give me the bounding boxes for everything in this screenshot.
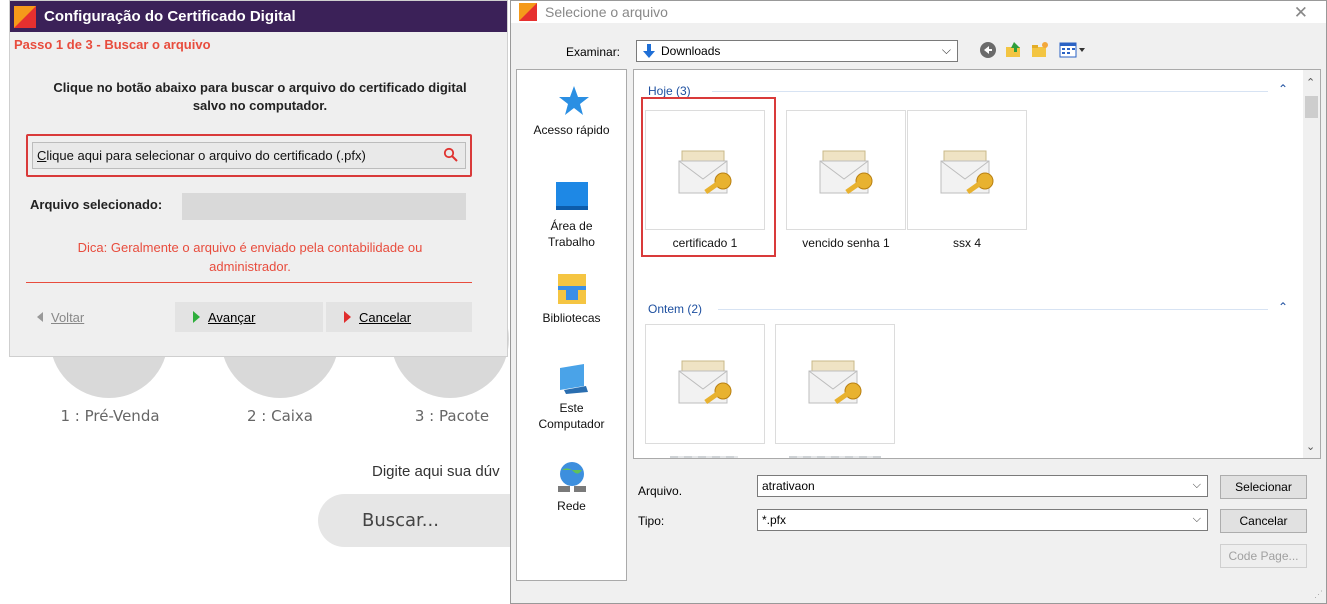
file-tile[interactable]	[645, 324, 765, 444]
scroll-down-icon[interactable]: ⌄	[1306, 440, 1315, 453]
chevron-down-icon[interactable]: ⌵	[1193, 513, 1201, 526]
group-header-today[interactable]: Hoje (3)	[648, 84, 691, 98]
filename-input[interactable]: atrativaon ⌵	[757, 475, 1208, 497]
instruction-text: Clique no botão abaixo para buscar o arq…	[53, 80, 467, 113]
place-network[interactable]: Rede	[517, 460, 626, 514]
step-label-2: 2 : Caixa	[246, 407, 314, 425]
up-folder-icon[interactable]	[1005, 41, 1023, 59]
places-bar: Acesso rápido Área de Trabalho Bibliotec…	[516, 69, 627, 581]
help-prompt: Digite aqui sua dúv	[372, 463, 500, 480]
config-dialog-titlebar[interactable]: Configuração do Certificado Digital	[10, 1, 507, 32]
place-label: Área de Trabalho	[548, 219, 595, 249]
step-label-1: 1 : Pré-Venda	[60, 407, 160, 425]
place-desktop[interactable]: Área de Trabalho	[517, 180, 626, 250]
collapse-icon[interactable]: ⌃	[1278, 82, 1288, 96]
certificate-file-icon	[819, 150, 873, 195]
look-in-value: Downloads	[661, 44, 721, 58]
collapse-icon[interactable]: ⌃	[1278, 300, 1288, 314]
place-label: Bibliotecas	[542, 311, 601, 325]
place-label: Este Computador	[538, 401, 605, 431]
search-placeholder: Buscar...	[362, 510, 439, 531]
certificate-file-icon	[808, 360, 862, 405]
config-dialog-title: Configuração do Certificado Digital	[44, 8, 296, 25]
file-tile[interactable]	[907, 110, 1027, 230]
scroll-up-icon[interactable]: ⌃	[1306, 76, 1315, 89]
pick-file-button[interactable]: Clique aqui para selecionar o arquivo do…	[32, 142, 466, 169]
blurred-file-name	[670, 456, 738, 458]
vertical-scrollbar[interactable]: ⌃ ⌄	[1303, 70, 1320, 458]
pick-file-label: Clique aqui para selecionar o arquivo do…	[37, 148, 366, 163]
divider	[26, 282, 472, 283]
group-divider	[718, 309, 1268, 310]
file-dialog-title: Selecione o arquivo	[545, 4, 668, 20]
next-label: Avançar	[208, 309, 256, 325]
file-dialog-titlebar[interactable]: Selecione o arquivo ✕	[511, 1, 1326, 23]
dialog-cancel-button[interactable]: Cancelar	[1220, 509, 1307, 533]
file-tile[interactable]	[786, 110, 906, 230]
filename-value: atrativaon	[762, 479, 815, 493]
selected-file-field	[182, 193, 466, 220]
computer-icon	[554, 362, 590, 396]
cancel-label: Cancelar	[359, 309, 412, 325]
network-icon	[554, 460, 590, 494]
app-logo-icon	[519, 3, 537, 21]
selection-highlight	[641, 97, 776, 257]
scroll-thumb[interactable]	[1305, 96, 1318, 118]
group-divider	[712, 91, 1268, 92]
select-button[interactable]: Selecionar	[1220, 475, 1307, 499]
next-arrow-icon	[193, 311, 200, 323]
desktop-icon	[554, 180, 590, 214]
file-name: vencido senha 1	[802, 236, 890, 250]
library-icon	[554, 272, 590, 306]
step-indicator: Passo 1 de 3 - Buscar o arquivo	[14, 37, 211, 52]
view-menu-icon[interactable]	[1059, 41, 1087, 59]
pick-file-highlight: Clique aqui para selecionar o arquivo do…	[26, 134, 472, 177]
cancel-arrow-icon	[344, 311, 351, 323]
star-icon	[554, 84, 590, 118]
certificate-config-dialog: Configuração do Certificado Digital Pass…	[9, 0, 508, 357]
group-header-yesterday[interactable]: Ontem (2)	[648, 302, 702, 316]
chevron-down-icon[interactable]: ⌵	[1193, 479, 1201, 492]
step-label-3: 3 : Pacote	[414, 407, 490, 425]
app-logo-icon	[14, 5, 36, 28]
file-name: ssx 4	[952, 236, 981, 250]
cancel-button[interactable]: Cancelar	[326, 302, 472, 332]
file-open-dialog: Selecione o arquivo ✕ Examinar: Download…	[510, 0, 1327, 604]
file-type-select[interactable]: *.pfx ⌵	[757, 509, 1208, 531]
selected-file-label: Arquivo selecionado:	[30, 197, 163, 212]
back-nav-icon[interactable]	[979, 41, 997, 59]
look-in-dropdown[interactable]: Downloads ⌵	[636, 40, 958, 62]
search-icon	[443, 147, 459, 163]
place-label: Rede	[557, 499, 586, 513]
place-libraries[interactable]: Bibliotecas	[517, 272, 626, 326]
back-button[interactable]: Voltar	[37, 302, 84, 332]
place-label: Acesso rápido	[533, 123, 610, 137]
next-button[interactable]: Avançar	[175, 302, 323, 332]
place-quick-access[interactable]: Acesso rápido	[517, 84, 626, 138]
back-arrow-icon	[37, 312, 43, 322]
resize-grip-icon[interactable]: ⋰	[1314, 589, 1323, 600]
place-this-pc[interactable]: Este Computador	[517, 362, 626, 432]
new-folder-icon[interactable]	[1031, 41, 1049, 59]
look-in-label: Examinar:	[566, 45, 621, 59]
file-list-view[interactable]: Hoje (3) ⌃ certificado 1 vencido senha 1…	[633, 69, 1321, 459]
close-icon[interactable]: ✕	[1294, 3, 1308, 23]
tip-text: Dica: Geralmente o arquivo é enviado pel…	[77, 240, 423, 274]
file-tile[interactable]	[775, 324, 895, 444]
certificate-file-icon	[940, 150, 994, 195]
blurred-file-name	[789, 456, 881, 458]
code-page-button: Code Page...	[1220, 544, 1307, 568]
certificate-file-icon	[678, 360, 732, 405]
file-type-label: Tipo:	[638, 514, 665, 528]
download-folder-icon	[641, 43, 657, 59]
chevron-down-icon: ⌵	[941, 43, 951, 57]
file-type-value: *.pfx	[762, 513, 787, 527]
back-label: Voltar	[51, 309, 85, 325]
filename-label: Arquivo.	[638, 484, 683, 498]
